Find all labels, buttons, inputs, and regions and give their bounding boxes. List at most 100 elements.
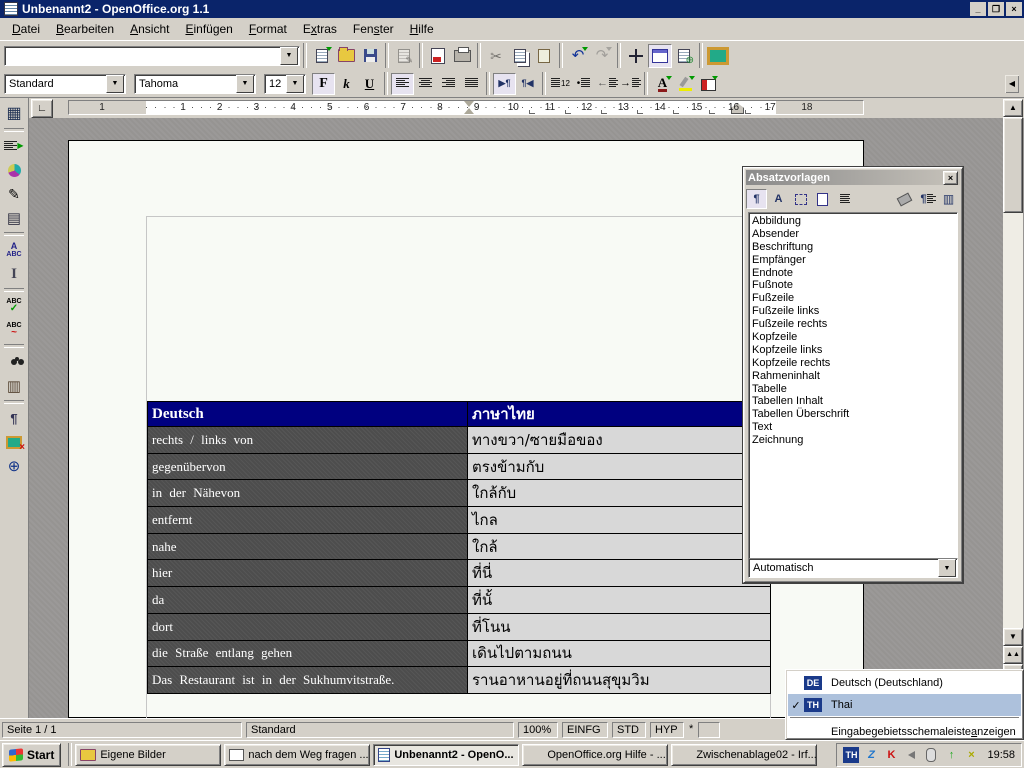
nonprinting-characters-button[interactable]: ¶: [2, 406, 26, 430]
increase-indent-button[interactable]: →: [618, 73, 641, 95]
cell-german[interactable]: die Straße entlang gehen: [148, 640, 468, 667]
redo-button[interactable]: ↷: [590, 44, 614, 68]
style-list-item[interactable]: Fußzeile rechts: [749, 318, 957, 331]
taskbar-task-button[interactable]: Eigene Bilder: [75, 744, 221, 766]
highlighting-button[interactable]: [674, 73, 697, 95]
underline-button[interactable]: U: [358, 73, 381, 95]
style-list-item[interactable]: Tabellen Inhalt: [749, 395, 957, 408]
vertical-scrollbar[interactable]: ▲ ▼ ▲▲ ▼▼: [1003, 99, 1023, 718]
style-list-item[interactable]: Endnote: [749, 267, 957, 280]
stylist-close-icon[interactable]: ×: [943, 171, 958, 185]
cell-thai[interactable]: รานอาหานอยู่ที่ถนนสุขุมวิม: [468, 667, 771, 694]
menu-item[interactable]: Ansicht: [122, 20, 177, 38]
undo-button[interactable]: ↶: [566, 44, 590, 68]
character-styles-button[interactable]: A: [768, 189, 789, 209]
print-button[interactable]: [450, 44, 474, 68]
left-indent-marker[interactable]: [464, 108, 474, 114]
cell-thai[interactable]: ที่นี่: [468, 560, 771, 587]
tab-type-selector[interactable]: ∟: [31, 99, 53, 118]
insert-table-button[interactable]: ▦: [2, 102, 26, 126]
style-dropdown-icon[interactable]: ▼: [106, 75, 124, 93]
cut-button[interactable]: ✂: [484, 44, 508, 68]
cell-german[interactable]: rechts / links von: [148, 427, 468, 454]
autotext-button[interactable]: AABC: [2, 238, 26, 262]
align-justify-button[interactable]: [460, 73, 483, 95]
cell-thai[interactable]: ใกล้: [468, 533, 771, 560]
paragraph-style-combobox[interactable]: Standard ▼: [4, 74, 126, 94]
style-list-item[interactable]: Tabellen Überschrift: [749, 408, 957, 421]
toolbar-overflow-button[interactable]: ◀: [1004, 74, 1020, 94]
table-header-th[interactable]: ภาษาไทย: [468, 402, 771, 427]
cell-thai[interactable]: ที่นั้: [468, 587, 771, 614]
right-to-left-button[interactable]: ¶◀: [516, 73, 539, 95]
show-input-locale-bar-item[interactable]: Eingabegebietsschemaleiste anzeigen: [788, 722, 1021, 742]
edit-file-button[interactable]: ✎: [392, 44, 416, 68]
close-button[interactable]: ×: [1006, 2, 1022, 16]
taskbar-task-button[interactable]: Zwischenablage02 - Irf...: [671, 744, 817, 766]
restore-button[interactable]: ❐: [988, 2, 1004, 16]
cell-thai[interactable]: ตรงข้ามกับ: [468, 453, 771, 480]
paragraph-background-button[interactable]: [697, 73, 720, 95]
draw-functions-button[interactable]: ✎: [2, 182, 26, 206]
left-to-right-button[interactable]: ▶¶: [493, 73, 516, 95]
cell-german[interactable]: Das Restaurant ist in der Sukhumvitstraß…: [148, 667, 468, 694]
input-language-indicator[interactable]: TH: [843, 747, 859, 763]
page-styles-button[interactable]: [812, 189, 833, 209]
status-zoom[interactable]: 100%: [518, 722, 558, 738]
align-center-button[interactable]: [414, 73, 437, 95]
font-size-combobox[interactable]: 12 ▼: [264, 74, 306, 94]
bold-button[interactable]: F: [312, 73, 335, 95]
status-hyperlink-mode[interactable]: HYP: [650, 722, 684, 738]
align-right-button[interactable]: [437, 73, 460, 95]
cell-thai[interactable]: ที่โนน: [468, 613, 771, 640]
frame-styles-button[interactable]: [790, 189, 811, 209]
italic-button[interactable]: k: [335, 73, 358, 95]
style-list-item[interactable]: Fußzeile: [749, 292, 957, 305]
font-color-button[interactable]: A: [651, 73, 674, 95]
menu-item[interactable]: Extras: [295, 20, 345, 38]
language-menu-item[interactable]: DE Deutsch (Deutschland): [788, 672, 1021, 694]
scroll-down-icon[interactable]: ▼: [1003, 628, 1023, 646]
menu-item[interactable]: Fenster: [345, 20, 402, 38]
volume-icon[interactable]: [903, 747, 919, 763]
update-style-button[interactable]: ▥: [938, 189, 959, 209]
style-list-item[interactable]: Kopfzeile rechts: [749, 357, 957, 370]
online-layout-button[interactable]: ⊕: [2, 454, 26, 478]
style-list-item[interactable]: Text: [749, 421, 957, 434]
navigator-button[interactable]: [624, 44, 648, 68]
cell-german[interactable]: gegenübervon: [148, 453, 468, 480]
scrollbar-thumb[interactable]: [1003, 117, 1023, 213]
previous-page-icon[interactable]: ▲▲: [1003, 646, 1023, 664]
style-list-item[interactable]: Absender: [749, 228, 957, 241]
cell-thai[interactable]: เดินไปตามถนน: [468, 640, 771, 667]
url-combobox[interactable]: ▼: [4, 46, 300, 66]
style-list-item[interactable]: Beschriftung: [749, 241, 957, 254]
align-left-button[interactable]: [391, 73, 414, 95]
filter-dropdown-icon[interactable]: ▼: [938, 559, 956, 577]
menu-item[interactable]: Einfügen: [177, 20, 240, 38]
taskbar-task-button[interactable]: nach dem Weg fragen ...: [224, 744, 370, 766]
save-button[interactable]: [358, 44, 382, 68]
auto-spellcheck-button[interactable]: ABC~: [2, 318, 26, 342]
update-icon[interactable]: ↑: [943, 747, 959, 763]
cell-german[interactable]: entfernt: [148, 507, 468, 534]
taskbar-task-button[interactable]: OpenOffice.org Hilfe - ...: [522, 744, 668, 766]
style-list-item[interactable]: Fußzeile links: [749, 305, 957, 318]
style-list-item[interactable]: Kopfzeile: [749, 331, 957, 344]
decrease-indent-button[interactable]: ←: [595, 73, 618, 95]
menu-item[interactable]: Bearbeiten: [48, 20, 122, 38]
hyperlink-dialog-button[interactable]: ⊕: [672, 44, 696, 68]
cell-thai[interactable]: ทางขวา/ซายมือของ: [468, 427, 771, 454]
bullet-list-button[interactable]: •: [572, 73, 595, 95]
style-list-item[interactable]: Rahmeninhalt: [749, 370, 957, 383]
paragraph-styles-button[interactable]: ¶: [746, 189, 767, 209]
status-selection-mode[interactable]: STD: [612, 722, 646, 738]
cell-german[interactable]: dort: [148, 613, 468, 640]
url-dropdown-icon[interactable]: ▼: [280, 47, 298, 65]
table-header-de[interactable]: Deutsch: [148, 402, 468, 427]
start-button[interactable]: Start: [2, 743, 61, 767]
antivirus-icon[interactable]: K: [883, 747, 899, 763]
cell-thai[interactable]: ใกล้กับ: [468, 480, 771, 507]
status-insert-mode[interactable]: EINFG: [562, 722, 608, 738]
style-filter-combobox[interactable]: Automatisch ▼: [748, 558, 958, 578]
